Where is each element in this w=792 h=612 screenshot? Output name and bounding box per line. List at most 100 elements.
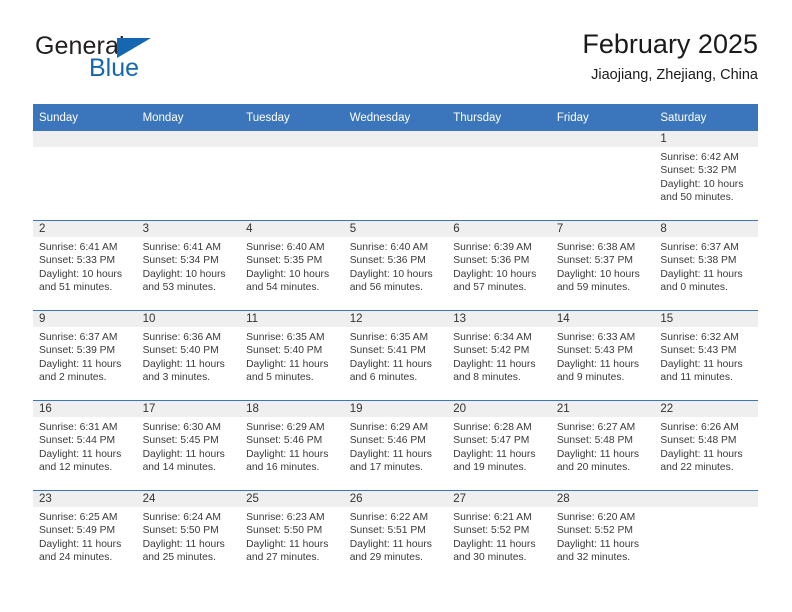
day-number: 12 <box>343 311 448 327</box>
day-details: Sunrise: 6:30 AM Sunset: 5:45 PM Daylight:… <box>137 417 241 474</box>
sunset-text: Sunset: 5:50 PM <box>142 525 219 537</box>
day-number: 11 <box>240 311 344 327</box>
calendar-cell-empty <box>240 131 344 221</box>
day-number: 20 <box>447 401 551 417</box>
day-number: 14 <box>550 311 655 327</box>
calendar-day-cell[interactable]: 12 Sunrise: 6:35 AM Sunset: 5:41 PM Dayligh… <box>343 310 448 401</box>
day-number <box>136 131 241 147</box>
day-number: 10 <box>136 311 241 327</box>
calendar-day-cell[interactable]: 27 Sunrise: 6:21 AM Sunset: 5:52 PM Dayligh… <box>447 490 551 580</box>
daylight-text: Daylight: 11 hours and 17 minutes. <box>349 448 432 473</box>
sunset-text: Sunset: 5:40 PM <box>142 345 219 357</box>
day-number: 1 <box>654 131 758 147</box>
calendar-day-cell[interactable]: 16 Sunrise: 6:31 AM Sunset: 5:44 PM Dayligh… <box>33 400 137 491</box>
daylight-text: Daylight: 11 hours and 22 minutes. <box>660 448 743 473</box>
sunrise-text: Sunrise: 6:41 AM <box>39 242 118 253</box>
calendar-day-cell[interactable]: 14 Sunrise: 6:33 AM Sunset: 5:43 PM Dayligh… <box>550 310 655 401</box>
calendar-day-cell[interactable]: 2 Sunrise: 6:41 AM Sunset: 5:33 PM Daylight… <box>33 220 137 311</box>
calendar-day-cell[interactable]: 24 Sunrise: 6:24 AM Sunset: 5:50 PM Dayligh… <box>136 490 241 580</box>
calendar-day-cell[interactable]: 20 Sunrise: 6:28 AM Sunset: 5:47 PM Dayligh… <box>447 400 551 491</box>
sunrise-text: Sunrise: 6:30 AM <box>142 422 221 433</box>
calendar-day-cell[interactable]: 28 Sunrise: 6:20 AM Sunset: 5:52 PM Dayligh… <box>550 490 655 580</box>
day-number: 22 <box>654 401 758 417</box>
day-details: Sunrise: 6:21 AM Sunset: 5:52 PM Daylight:… <box>447 507 551 564</box>
sunrise-text: Sunrise: 6:22 AM <box>349 512 429 523</box>
calendar-day-cell[interactable]: 21 Sunrise: 6:27 AM Sunset: 5:48 PM Dayligh… <box>550 400 655 491</box>
calendar-day-cell[interactable]: 4 Sunrise: 6:40 AM Sunset: 5:35 PM Daylight… <box>240 220 344 311</box>
sunrise-text: Sunrise: 6:21 AM <box>453 512 532 523</box>
calendar-day-cell[interactable]: 17 Sunrise: 6:30 AM Sunset: 5:45 PM Dayligh… <box>136 400 241 491</box>
sunset-text: Sunset: 5:32 PM <box>660 165 737 177</box>
day-number <box>343 131 448 147</box>
calendar-week-row: 1 Sunrise: 6:42 AM Sunset: 5:32 PM Daylight… <box>33 131 758 221</box>
sunset-text: Sunset: 5:47 PM <box>453 435 530 447</box>
day-details: Sunrise: 6:42 AM Sunset: 5:32 PM Daylight:… <box>654 147 758 204</box>
day-details: Sunrise: 6:34 AM Sunset: 5:42 PM Daylight:… <box>447 327 551 384</box>
daylight-text: Daylight: 11 hours and 24 minutes. <box>39 538 122 563</box>
calendar-day-cell[interactable]: 3 Sunrise: 6:41 AM Sunset: 5:34 PM Daylight… <box>136 220 241 311</box>
day-details: Sunrise: 6:38 AM Sunset: 5:37 PM Daylight:… <box>551 237 655 294</box>
day-number: 5 <box>343 221 448 237</box>
calendar-day-cell[interactable]: 8 Sunrise: 6:37 AM Sunset: 5:38 PM Daylight… <box>654 220 758 311</box>
daylight-text: Daylight: 11 hours and 0 minutes. <box>660 268 743 293</box>
sunrise-text: Sunrise: 6:29 AM <box>349 422 429 433</box>
sunrise-text: Sunrise: 6:26 AM <box>660 422 739 433</box>
calendar-day-cell[interactable]: 6 Sunrise: 6:39 AM Sunset: 5:36 PM Daylight… <box>447 220 551 311</box>
day-number <box>240 131 344 147</box>
day-number: 4 <box>240 221 344 237</box>
daylight-text: Daylight: 11 hours and 29 minutes. <box>349 538 432 563</box>
calendar-day-cell[interactable]: 23 Sunrise: 6:25 AM Sunset: 5:49 PM Dayligh… <box>33 490 137 580</box>
calendar-day-cell[interactable]: 25 Sunrise: 6:23 AM Sunset: 5:50 PM Dayligh… <box>240 490 344 580</box>
page-subtitle: Jiaojiang, Zhejiang, China <box>591 66 758 83</box>
sunrise-text: Sunrise: 6:42 AM <box>660 152 739 163</box>
calendar-day-cell[interactable]: 18 Sunrise: 6:29 AM Sunset: 5:46 PM Dayligh… <box>240 400 344 491</box>
day-number: 7 <box>550 221 655 237</box>
sunrise-text: Sunrise: 6:27 AM <box>556 422 636 433</box>
calendar-week-row: 2 Sunrise: 6:41 AM Sunset: 5:33 PM Daylight… <box>33 220 758 311</box>
daylight-text: Daylight: 11 hours and 3 minutes. <box>142 358 225 383</box>
calendar-day-cell[interactable]: 19 Sunrise: 6:29 AM Sunset: 5:46 PM Dayligh… <box>343 400 448 491</box>
weekday-header-sunday: Sunday <box>33 104 137 131</box>
day-details: Sunrise: 6:31 AM Sunset: 5:44 PM Daylight:… <box>33 417 137 474</box>
calendar-day-cell[interactable]: 26 Sunrise: 6:22 AM Sunset: 5:51 PM Dayligh… <box>343 490 448 580</box>
logo-text-blue: Blue <box>89 54 140 82</box>
daylight-text: Daylight: 11 hours and 25 minutes. <box>142 538 225 563</box>
calendar-day-cell[interactable]: 22 Sunrise: 6:26 AM Sunset: 5:48 PM Dayligh… <box>654 400 758 491</box>
calendar-day-cell[interactable]: 9 Sunrise: 6:37 AM Sunset: 5:39 PM Daylight… <box>33 310 137 401</box>
sunset-text: Sunset: 5:38 PM <box>660 255 737 267</box>
day-details: Sunrise: 6:23 AM Sunset: 5:50 PM Daylight:… <box>240 507 344 564</box>
calendar-header-row: Sunday Monday Tuesday Wednesday Thursday… <box>33 104 758 131</box>
calendar-cell-empty <box>447 131 551 221</box>
daylight-text: Daylight: 11 hours and 2 minutes. <box>39 358 122 383</box>
sunrise-text: Sunrise: 6:28 AM <box>453 422 532 433</box>
sunrise-text: Sunrise: 6:29 AM <box>246 422 325 433</box>
day-number <box>550 131 655 147</box>
day-details: Sunrise: 6:37 AM Sunset: 5:38 PM Daylight:… <box>654 237 758 294</box>
calendar-day-cell[interactable]: 7 Sunrise: 6:38 AM Sunset: 5:37 PM Daylight… <box>550 220 655 311</box>
sunrise-text: Sunrise: 6:35 AM <box>246 332 325 343</box>
daylight-text: Daylight: 11 hours and 32 minutes. <box>556 538 640 563</box>
daylight-text: Daylight: 10 hours and 57 minutes. <box>453 268 537 293</box>
calendar-day-cell[interactable]: 10 Sunrise: 6:36 AM Sunset: 5:40 PM Dayligh… <box>136 310 241 401</box>
calendar-day-cell[interactable]: 15 Sunrise: 6:32 AM Sunset: 5:43 PM Dayligh… <box>654 310 758 401</box>
sunset-text: Sunset: 5:40 PM <box>246 345 323 357</box>
calendar-table: Sunday Monday Tuesday Wednesday Thursday… <box>33 104 758 580</box>
page-header: General Blue February 2025 Jiaojiang, Zh… <box>33 29 758 92</box>
calendar-cell-empty <box>654 490 758 580</box>
day-details: Sunrise: 6:33 AM Sunset: 5:43 PM Daylight:… <box>551 327 655 384</box>
day-number: 3 <box>136 221 241 237</box>
calendar-day-cell[interactable]: 5 Sunrise: 6:40 AM Sunset: 5:36 PM Daylight… <box>343 220 448 311</box>
sunrise-text: Sunrise: 6:38 AM <box>556 242 636 253</box>
sunset-text: Sunset: 5:44 PM <box>39 435 116 447</box>
weekday-header-saturday: Saturday <box>654 104 758 131</box>
calendar-day-cell[interactable]: 1 Sunrise: 6:42 AM Sunset: 5:32 PM Daylight… <box>654 131 758 221</box>
calendar-day-cell[interactable]: 13 Sunrise: 6:34 AM Sunset: 5:42 PM Dayligh… <box>447 310 551 401</box>
sunrise-text: Sunrise: 6:20 AM <box>556 512 636 523</box>
sunset-text: Sunset: 5:34 PM <box>142 255 219 267</box>
daylight-text: Daylight: 11 hours and 5 minutes. <box>246 358 329 383</box>
calendar-day-cell[interactable]: 11 Sunrise: 6:35 AM Sunset: 5:40 PM Dayligh… <box>240 310 344 401</box>
day-details: Sunrise: 6:24 AM Sunset: 5:50 PM Daylight:… <box>137 507 241 564</box>
day-number: 15 <box>654 311 758 327</box>
daylight-text: Daylight: 10 hours and 51 minutes. <box>39 268 122 293</box>
sunset-text: Sunset: 5:48 PM <box>660 435 737 447</box>
